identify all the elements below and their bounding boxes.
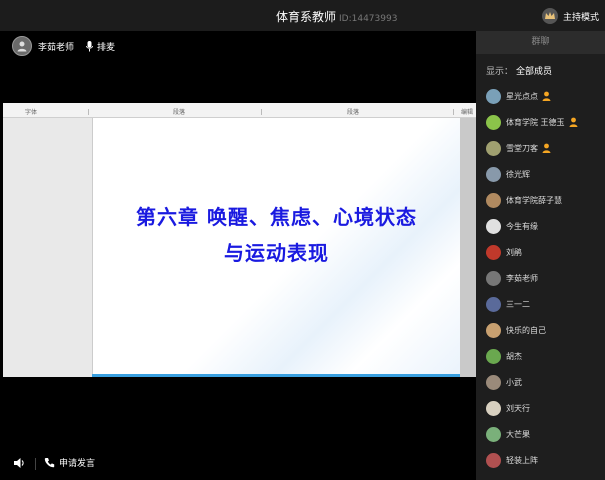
member-list-item[interactable]: 胡杰 xyxy=(476,343,605,369)
phone-icon xyxy=(44,458,55,468)
member-list-item[interactable]: 三一二 xyxy=(476,291,605,317)
member-avatar xyxy=(486,296,501,312)
document-left-margin xyxy=(3,118,92,377)
room-title: 体育系教师 ID:14473993 xyxy=(276,8,397,25)
member-name: 体育学院 王德玉 xyxy=(506,117,565,127)
member-avatar xyxy=(486,374,501,390)
member-avatar xyxy=(486,400,501,416)
member-filter[interactable]: 显示： 全部成员 xyxy=(486,64,552,77)
host-badge-icon xyxy=(569,117,578,127)
presenter-avatar xyxy=(12,36,32,56)
ruler-label: 编辑 xyxy=(461,109,474,116)
member-name: 今生有缘 xyxy=(506,221,538,231)
member-list-item[interactable]: 星光点点 xyxy=(476,83,605,109)
crown-icon xyxy=(544,12,555,19)
room-name: 体育系教师 xyxy=(276,10,337,24)
shared-document: 字体 段落 段落 编辑 第六章 唤醒、焦虑、心境状态 与运动表现 xyxy=(3,103,476,377)
tab-group-chat[interactable]: 群聊 xyxy=(476,31,605,54)
title-bar: 体育系教师 ID:14473993 主持模式 xyxy=(0,0,605,31)
member-filter-value: 全部成员 xyxy=(516,67,553,77)
ruler-tick xyxy=(453,109,454,115)
member-list-item[interactable]: 大芒果 xyxy=(476,421,605,447)
ruler-label: 段落 xyxy=(173,109,186,116)
member-list-item[interactable]: 体育学院 王德玉 xyxy=(476,109,605,135)
member-list-item[interactable]: 李茹老师 xyxy=(476,265,605,291)
member-name: 轻装上阵 xyxy=(506,455,538,465)
member-name: 大芒果 xyxy=(506,429,530,439)
chat-panel: 群聊 显示： 全部成员 星光点点体育学院 王德玉 雪堂刀客徐光辉体育学院薛子慧 今生有… xyxy=(476,31,605,480)
member-list-item[interactable]: 雪堂刀客 xyxy=(476,135,605,161)
apply-to-speak-label: 申请发言 xyxy=(59,459,96,469)
host-badge-icon xyxy=(542,91,551,101)
document-ruler: 字体 段落 段落 编辑 xyxy=(3,103,476,118)
member-avatar xyxy=(486,322,501,338)
member-name: 快乐的自己 xyxy=(506,325,546,335)
member-name: 胡杰 xyxy=(506,351,522,361)
member-list: 星光点点体育学院 王德玉 雪堂刀客徐光辉体育学院薛子慧 今生有缘刘鹃李茹老师三一二快… xyxy=(476,83,605,473)
slide-bottom-bar xyxy=(92,374,460,377)
member-list-item[interactable]: 小武 xyxy=(476,369,605,395)
ruler-tick xyxy=(261,109,262,115)
member-name: 体育学院薛子慧 xyxy=(506,195,562,205)
member-name: 刘鹃 xyxy=(506,247,522,257)
host-mode-button[interactable]: 主持模式 xyxy=(541,8,599,24)
member-avatar xyxy=(486,270,501,286)
member-avatar xyxy=(486,244,501,260)
host-avatar xyxy=(541,8,558,24)
member-name: 徐光辉 xyxy=(506,169,530,179)
speaker-icon[interactable] xyxy=(13,457,26,469)
member-list-item[interactable]: 徐光辉 xyxy=(476,161,605,187)
presenter-info: 李茹老师 排麦 xyxy=(12,36,115,56)
member-avatar xyxy=(486,88,501,104)
mic-queue-label[interactable]: 排麦 xyxy=(97,40,115,53)
member-avatar xyxy=(486,192,501,208)
member-avatar xyxy=(486,114,501,130)
member-name: 星光点点 xyxy=(506,91,538,101)
member-name: 刘天行 xyxy=(506,403,530,413)
slide-title-line2: 与运动表现 xyxy=(224,241,329,265)
host-badge-icon xyxy=(542,143,551,153)
member-filter-label: 显示： xyxy=(486,67,514,77)
room-id: ID:14473993 xyxy=(339,14,398,24)
mic-icon xyxy=(86,40,93,52)
member-avatar xyxy=(486,140,501,156)
member-list-item[interactable]: 快乐的自己 xyxy=(476,317,605,343)
member-list-item[interactable]: 刘天行 xyxy=(476,395,605,421)
member-list-item[interactable]: 体育学院薛子慧 xyxy=(476,187,605,213)
member-name: 小武 xyxy=(506,377,522,387)
member-avatar xyxy=(486,348,501,364)
toolbar-divider xyxy=(35,458,36,470)
slide-page: 第六章 唤醒、焦虑、心境状态 与运动表现 xyxy=(92,118,460,377)
member-avatar xyxy=(486,218,501,234)
apply-to-speak-button[interactable]: 申请发言 xyxy=(44,456,95,469)
member-avatar xyxy=(486,452,501,468)
member-avatar xyxy=(486,166,501,182)
member-name: 李茹老师 xyxy=(506,273,538,283)
ruler-label: 段落 xyxy=(347,109,360,116)
member-list-item[interactable]: 刘鹃 xyxy=(476,239,605,265)
member-list-item[interactable]: 今生有缘 xyxy=(476,213,605,239)
presenter-name: 李茹老师 xyxy=(38,42,75,53)
bottom-toolbar: 申请发言 xyxy=(0,447,476,480)
user-icon xyxy=(17,41,27,52)
document-right-margin xyxy=(460,118,476,377)
member-name: 三一二 xyxy=(506,299,530,309)
ruler-tick xyxy=(88,109,89,115)
host-mode-label: 主持模式 xyxy=(562,12,599,23)
ruler-label: 字体 xyxy=(25,109,38,116)
member-name: 雪堂刀客 xyxy=(506,143,538,153)
member-list-item[interactable]: 轻装上阵 xyxy=(476,447,605,473)
member-avatar xyxy=(486,426,501,442)
slide-title-line1: 第六章 唤醒、焦虑、心境状态 xyxy=(136,205,417,229)
